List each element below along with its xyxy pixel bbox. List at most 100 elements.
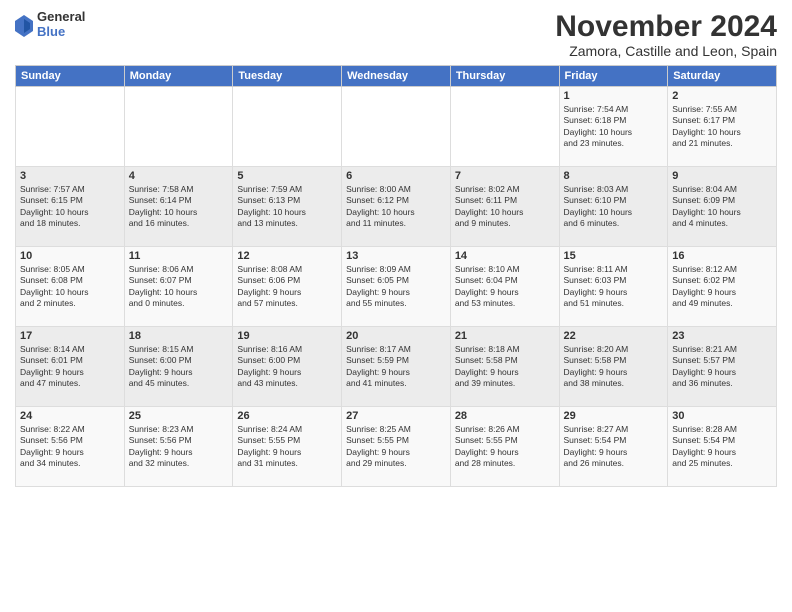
calendar-cell: 25 Sunrise: 8:23 AM Sunset: 5:56 PM Dayli… <box>124 407 233 487</box>
day-number: 9 <box>672 170 772 182</box>
day-number: 2 <box>672 90 772 102</box>
cell-text: Sunrise: 7:54 AM Sunset: 6:18 PM Dayligh… <box>564 104 664 150</box>
header-cell-tuesday: Tuesday <box>233 66 342 87</box>
day-number: 16 <box>672 250 772 262</box>
day-number: 29 <box>564 410 664 422</box>
cell-text: Sunrise: 8:23 AM Sunset: 5:56 PM Dayligh… <box>129 424 229 470</box>
calendar-cell <box>16 87 125 167</box>
calendar-cell: 11Sunrise: 8:06 AM Sunset: 6:07 PM Dayli… <box>124 247 233 327</box>
cell-text: Sunrise: 7:57 AM Sunset: 6:15 PM Dayligh… <box>20 184 120 230</box>
calendar-row-0: 1 Sunrise: 7:54 AM Sunset: 6:18 PM Daylig… <box>16 87 777 167</box>
logo-general: General <box>37 10 85 23</box>
day-number: 8 <box>564 170 664 182</box>
calendar-table: SundayMondayTuesdayWednesdayThursdayFrid… <box>15 65 777 487</box>
day-number: 4 <box>129 170 229 182</box>
header-row: SundayMondayTuesdayWednesdayThursdayFrid… <box>16 66 777 87</box>
cell-text: Sunrise: 8:25 AM Sunset: 5:55 PM Dayligh… <box>346 424 446 470</box>
calendar-cell <box>342 87 451 167</box>
day-number: 13 <box>346 250 446 262</box>
cell-text: Sunrise: 8:06 AM Sunset: 6:07 PM Dayligh… <box>129 264 229 310</box>
calendar-cell: 17 Sunrise: 8:14 AM Sunset: 6:01 PM Dayli… <box>16 327 125 407</box>
day-number: 22 <box>564 330 664 342</box>
calendar-cell: 23Sunrise: 8:21 AM Sunset: 5:57 PM Dayli… <box>668 327 777 407</box>
day-number: 19 <box>237 330 337 342</box>
calendar-cell <box>450 87 559 167</box>
cell-text: Sunrise: 8:00 AM Sunset: 6:12 PM Dayligh… <box>346 184 446 230</box>
cell-text: Sunrise: 8:10 AM Sunset: 6:04 PM Dayligh… <box>455 264 555 310</box>
month-title: November 2024 <box>555 10 777 43</box>
day-number: 27 <box>346 410 446 422</box>
day-number: 18 <box>129 330 229 342</box>
cell-text: Sunrise: 8:14 AM Sunset: 6:01 PM Dayligh… <box>20 344 120 390</box>
cell-text: Sunrise: 8:20 AM Sunset: 5:58 PM Dayligh… <box>564 344 664 390</box>
calendar-row-2: 10Sunrise: 8:05 AM Sunset: 6:08 PM Dayli… <box>16 247 777 327</box>
cell-text: Sunrise: 8:08 AM Sunset: 6:06 PM Dayligh… <box>237 264 337 310</box>
logo-text: General Blue <box>37 10 85 41</box>
cell-text: Sunrise: 7:59 AM Sunset: 6:13 PM Dayligh… <box>237 184 337 230</box>
calendar-cell: 10Sunrise: 8:05 AM Sunset: 6:08 PM Dayli… <box>16 247 125 327</box>
calendar-cell: 14Sunrise: 8:10 AM Sunset: 6:04 PM Dayli… <box>450 247 559 327</box>
calendar-cell: 13 Sunrise: 8:09 AM Sunset: 6:05 PM Dayli… <box>342 247 451 327</box>
day-number: 1 <box>564 90 664 102</box>
calendar-cell: 27 Sunrise: 8:25 AM Sunset: 5:55 PM Dayli… <box>342 407 451 487</box>
calendar-cell: 22 Sunrise: 8:20 AM Sunset: 5:58 PM Dayli… <box>559 327 668 407</box>
cell-text: Sunrise: 8:11 AM Sunset: 6:03 PM Dayligh… <box>564 264 664 310</box>
day-number: 28 <box>455 410 555 422</box>
cell-text: Sunrise: 8:18 AM Sunset: 5:58 PM Dayligh… <box>455 344 555 390</box>
calendar-cell: 12 Sunrise: 8:08 AM Sunset: 6:06 PM Dayli… <box>233 247 342 327</box>
calendar-cell: 6 Sunrise: 8:00 AM Sunset: 6:12 PM Daylig… <box>342 167 451 247</box>
calendar-row-1: 3Sunrise: 7:57 AM Sunset: 6:15 PM Daylig… <box>16 167 777 247</box>
calendar-cell: 21Sunrise: 8:18 AM Sunset: 5:58 PM Dayli… <box>450 327 559 407</box>
cell-text: Sunrise: 8:24 AM Sunset: 5:55 PM Dayligh… <box>237 424 337 470</box>
cell-text: Sunrise: 7:58 AM Sunset: 6:14 PM Dayligh… <box>129 184 229 230</box>
logo: General Blue <box>15 10 85 41</box>
cell-text: Sunrise: 8:02 AM Sunset: 6:11 PM Dayligh… <box>455 184 555 230</box>
day-number: 7 <box>455 170 555 182</box>
calendar-cell: 18 Sunrise: 8:15 AM Sunset: 6:00 PM Dayli… <box>124 327 233 407</box>
cell-text: Sunrise: 8:09 AM Sunset: 6:05 PM Dayligh… <box>346 264 446 310</box>
day-number: 26 <box>237 410 337 422</box>
calendar-cell: 5 Sunrise: 7:59 AM Sunset: 6:13 PM Daylig… <box>233 167 342 247</box>
calendar-row-3: 17 Sunrise: 8:14 AM Sunset: 6:01 PM Dayli… <box>16 327 777 407</box>
header-cell-sunday: Sunday <box>16 66 125 87</box>
cell-text: Sunrise: 8:17 AM Sunset: 5:59 PM Dayligh… <box>346 344 446 390</box>
calendar-cell: 7 Sunrise: 8:02 AM Sunset: 6:11 PM Daylig… <box>450 167 559 247</box>
cell-text: Sunrise: 8:12 AM Sunset: 6:02 PM Dayligh… <box>672 264 772 310</box>
calendar-cell: 9 Sunrise: 8:04 AM Sunset: 6:09 PM Daylig… <box>668 167 777 247</box>
calendar-cell: 20Sunrise: 8:17 AM Sunset: 5:59 PM Dayli… <box>342 327 451 407</box>
day-number: 17 <box>20 330 120 342</box>
day-number: 15 <box>564 250 664 262</box>
cell-text: Sunrise: 8:03 AM Sunset: 6:10 PM Dayligh… <box>564 184 664 230</box>
day-number: 12 <box>237 250 337 262</box>
calendar-cell: 1 Sunrise: 7:54 AM Sunset: 6:18 PM Daylig… <box>559 87 668 167</box>
calendar-cell: 28 Sunrise: 8:26 AM Sunset: 5:55 PM Dayli… <box>450 407 559 487</box>
calendar-cell: 26 Sunrise: 8:24 AM Sunset: 5:55 PM Dayli… <box>233 407 342 487</box>
calendar-cell: 4 Sunrise: 7:58 AM Sunset: 6:14 PM Daylig… <box>124 167 233 247</box>
calendar-cell <box>233 87 342 167</box>
cell-text: Sunrise: 8:21 AM Sunset: 5:57 PM Dayligh… <box>672 344 772 390</box>
calendar-cell: 30 Sunrise: 8:28 AM Sunset: 5:54 PM Dayli… <box>668 407 777 487</box>
header-cell-friday: Friday <box>559 66 668 87</box>
calendar-cell: 24Sunrise: 8:22 AM Sunset: 5:56 PM Dayli… <box>16 407 125 487</box>
location-title: Zamora, Castille and Leon, Spain <box>555 43 777 59</box>
cell-text: Sunrise: 8:16 AM Sunset: 6:00 PM Dayligh… <box>237 344 337 390</box>
calendar-cell: 3Sunrise: 7:57 AM Sunset: 6:15 PM Daylig… <box>16 167 125 247</box>
calendar-row-4: 24Sunrise: 8:22 AM Sunset: 5:56 PM Dayli… <box>16 407 777 487</box>
cell-text: Sunrise: 8:04 AM Sunset: 6:09 PM Dayligh… <box>672 184 772 230</box>
logo-blue: Blue <box>37 24 65 39</box>
header-cell-saturday: Saturday <box>668 66 777 87</box>
cell-text: Sunrise: 8:22 AM Sunset: 5:56 PM Dayligh… <box>20 424 120 470</box>
day-number: 5 <box>237 170 337 182</box>
day-number: 30 <box>672 410 772 422</box>
cell-text: Sunrise: 8:15 AM Sunset: 6:00 PM Dayligh… <box>129 344 229 390</box>
calendar-cell: 16 Sunrise: 8:12 AM Sunset: 6:02 PM Dayli… <box>668 247 777 327</box>
calendar-cell: 2Sunrise: 7:55 AM Sunset: 6:17 PM Daylig… <box>668 87 777 167</box>
logo-icon <box>15 15 33 37</box>
header-cell-thursday: Thursday <box>450 66 559 87</box>
cell-text: Sunrise: 8:28 AM Sunset: 5:54 PM Dayligh… <box>672 424 772 470</box>
day-number: 6 <box>346 170 446 182</box>
day-number: 25 <box>129 410 229 422</box>
title-area: November 2024 Zamora, Castille and Leon,… <box>555 10 777 59</box>
calendar-cell: 19 Sunrise: 8:16 AM Sunset: 6:00 PM Dayli… <box>233 327 342 407</box>
cell-text: Sunrise: 8:26 AM Sunset: 5:55 PM Dayligh… <box>455 424 555 470</box>
